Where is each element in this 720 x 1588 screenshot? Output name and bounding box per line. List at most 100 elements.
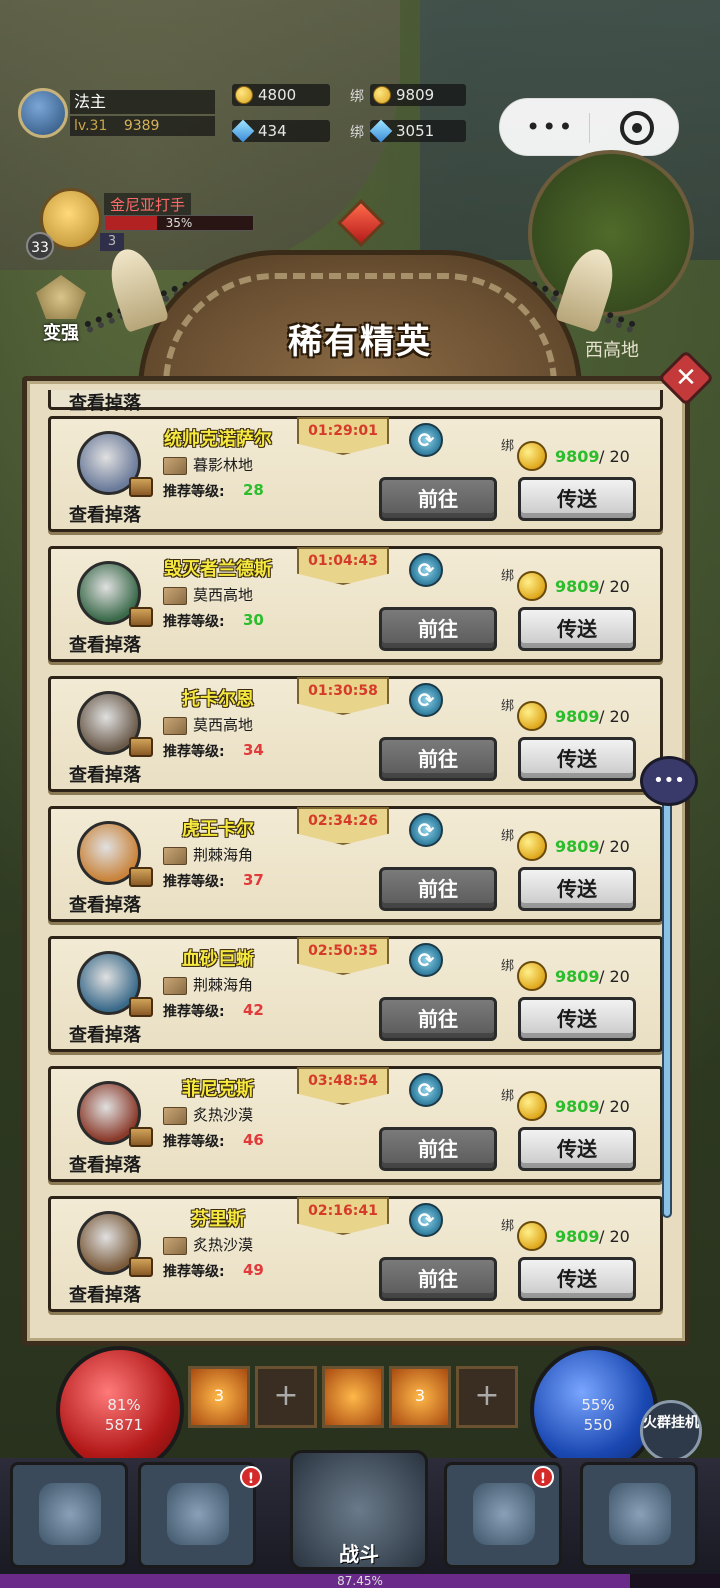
refresh-icon[interactable] [409,683,443,717]
list-scrollbar[interactable] [662,800,672,1218]
teleport-button[interactable]: 传送 [518,867,636,911]
skill-slot-empty-plus-icon[interactable]: + [255,1366,317,1428]
bound-gold-tag: 绑 [350,89,364,105]
nav-equipment[interactable] [138,1462,256,1568]
player-level: lv.31 [74,118,108,134]
gold-coin-icon [517,1091,547,1121]
nav-shop[interactable] [580,1462,698,1568]
list-item: 查看掉落 托卡尔恩 莫西高地 推荐等级: 34 01:30:58 绑 9809 … [48,676,663,792]
hero-name: 金尼亚打手 [104,193,192,216]
refresh-icon[interactable] [409,813,443,847]
list-item: 查看掉落 芬里斯 炙热沙漠 推荐等级: 49 02:16:41 绑 9809 /… [48,1196,663,1312]
bound-tag: 绑 [501,439,515,454]
auto-battle-button[interactable]: 火群挂机 [640,1400,702,1462]
boss-location: 荆棘海角 [193,846,254,864]
minimap-location-label: 西高地 [585,340,639,361]
bound-tag: 绑 [501,959,515,974]
bound-tag: 绑 [501,1089,515,1104]
gold-coin-icon [517,961,547,991]
recommended-level-value: 34 [243,741,264,759]
view-drops-link[interactable]: 查看掉落 [69,390,141,415]
coins-owned: 9809 [555,1227,600,1246]
view-drops-link[interactable]: 查看掉落 [69,891,141,917]
list-item-partial: 查看掉落 [48,390,663,414]
boss-location: 炙热沙漠 [193,1236,254,1254]
list-item: 查看掉落 虎王卡尔 荆棘海角 推荐等级: 37 02:34:26 绑 9809 … [48,806,663,922]
bound-tag: 绑 [501,569,515,584]
view-drops-link[interactable]: 查看掉落 [69,1281,141,1307]
bound-gold-icon [373,86,391,104]
character-icon [39,1483,101,1545]
gold-coin-icon [517,831,547,861]
go-button[interactable]: 前往 [379,867,497,911]
view-drops-link[interactable]: 查看掉落 [69,1151,141,1177]
refresh-icon[interactable] [409,943,443,977]
view-drops-link[interactable]: 查看掉落 [69,761,141,787]
chat-icon[interactable] [640,756,698,806]
equipment-icon [167,1483,229,1545]
map-icon [163,1237,187,1255]
recommended-level-label: 推荐等级: [163,744,225,760]
exit-miniprogram-icon[interactable] [620,111,654,145]
skill-slot-4[interactable]: 3 [389,1366,451,1428]
boss-location: 炙热沙漠 [193,1106,254,1124]
recommended-level-value: 30 [243,611,264,629]
player-avatar[interactable] [18,88,68,138]
go-button[interactable]: 前往 [379,1127,497,1171]
player-level-row: lv.31 9389 [70,116,215,136]
teleport-button[interactable]: 传送 [518,477,636,521]
recommended-level-value: 49 [243,1261,264,1279]
refresh-icon[interactable] [409,1203,443,1237]
view-drops-link[interactable]: 查看掉落 [69,501,141,527]
capsule-divider [589,113,590,143]
treasure-chest-icon [129,997,153,1017]
go-button[interactable]: 前往 [379,607,497,651]
coins-owned: 9809 [555,1097,600,1116]
bound-tag: 绑 [501,1219,515,1234]
coins-owned: 9809 [555,707,600,726]
teleport-button[interactable]: 传送 [518,737,636,781]
recommended-level-label: 推荐等级: [163,614,225,630]
respawn-timer: 02:34:26 [308,813,378,829]
more-options-icon[interactable]: ••• [526,115,572,139]
view-drops-link[interactable]: 查看掉落 [69,631,141,657]
go-button[interactable]: 前往 [379,997,497,1041]
skill-slot-empty-plus-icon[interactable]: + [456,1366,518,1428]
teleport-button[interactable]: 传送 [518,1127,636,1171]
go-button[interactable]: 前往 [379,1257,497,1301]
bound-gem-tag: 绑 [350,125,364,141]
teleport-button[interactable]: 传送 [518,607,636,651]
skill-slot-1[interactable]: 3 [188,1366,250,1428]
nav-guild-alert-badge: ! [532,1466,554,1488]
coins-required: / 20 [599,1227,630,1246]
treasure-chest-icon [129,607,153,627]
boss-list[interactable]: 查看掉落 查看掉落 统帅克诺萨尔 暮影林地 推荐等级: 28 01:29:01 … [32,390,682,1334]
view-drops-link[interactable]: 查看掉落 [69,1021,141,1047]
list-item: 查看掉落 统帅克诺萨尔 暮影林地 推荐等级: 28 01:29:01 绑 980… [48,416,663,532]
boss-location: 莫西高地 [193,716,254,734]
go-button[interactable]: 前往 [379,477,497,521]
recommended-level-value: 37 [243,871,264,889]
refresh-icon[interactable] [409,423,443,457]
gem-icon [231,119,255,143]
go-button[interactable]: 前往 [379,737,497,781]
refresh-icon[interactable] [409,1073,443,1107]
coins-owned: 9809 [555,967,600,986]
nav-character[interactable] [10,1462,128,1568]
coins-required: / 20 [599,707,630,726]
coins-required: / 20 [599,1097,630,1116]
coins-required: / 20 [599,967,630,986]
teleport-button[interactable]: 传送 [518,997,636,1041]
map-icon [163,587,187,605]
map-icon [163,717,187,735]
refresh-icon[interactable] [409,553,443,587]
guild-icon [473,1483,535,1545]
strengthen-icon [36,275,86,319]
recommended-level-label: 推荐等级: [163,484,225,500]
teleport-button[interactable]: 传送 [518,1257,636,1301]
coins-required: / 20 [599,837,630,856]
bound-gem-icon [369,119,393,143]
shop-icon [609,1483,671,1545]
strengthen-button[interactable]: 变强 [32,275,90,345]
skill-slot-3[interactable] [322,1366,384,1428]
